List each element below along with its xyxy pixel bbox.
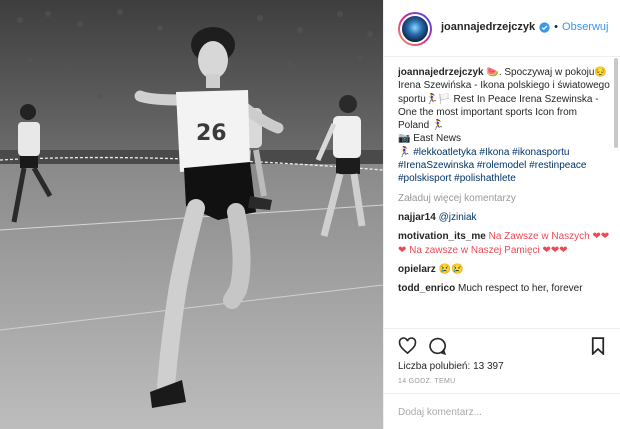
comments-scrollbar[interactable] [613,58,618,328]
comment-username[interactable]: najjar14 [398,212,436,223]
post-actions: Liczba polubień: 13 397 14 GODZ. TEMU [384,328,620,385]
comment-mention[interactable]: @jziniak [439,212,477,223]
comment-text: 😢😢 [438,263,464,275]
add-comment-section [384,393,620,429]
action-icons [398,337,608,357]
heart-icon[interactable] [398,337,417,355]
list-item: motivation_its_me Na Zawsze w Naszych ❤❤… [398,230,610,257]
list-item: todd_enrico Much respect to her, forever [398,282,610,295]
post-photo[interactable]: 26 [0,0,383,429]
caption-hashtag-prefix: 🏃‍♀️ [398,146,411,158]
verified-icon [539,21,550,33]
comment-username[interactable]: opielarz [398,264,436,275]
likes-count[interactable]: Liczba polubień: 13 397 [398,361,504,372]
likes-number: 13 397 [473,361,504,372]
caption-credit: 📷 East News [398,133,462,145]
caption-username[interactable]: joannajedrzejczyk [398,67,484,78]
header-row: joannajedrzejczyk • Obserwuj [441,21,608,33]
list-item: opielarz 😢😢 [398,263,610,276]
header-username[interactable]: joannajedrzejczyk [441,21,535,33]
scrollbar-thumb[interactable] [614,58,618,148]
instagram-post: 26 joannajedrzejczyk • Obserwuj joannaje… [0,0,620,429]
follow-button[interactable]: Obserwuj [562,21,608,33]
list-item: najjar14 @jziniak [398,211,610,224]
photo-illustration: 26 [0,0,383,429]
comment-input[interactable] [398,404,603,420]
load-more-comments[interactable]: Załaduj więcej komentarzy [398,192,610,205]
bookmark-icon[interactable] [591,337,605,355]
comment-username[interactable]: motivation_its_me [398,231,486,242]
caption-hashtags[interactable]: #lekkoatletyka #Ikona #ikonasportu #Iren… [398,147,586,185]
comments-list[interactable]: joannajedrzejczyk 🍉. Spoczywaj w pokoju😔… [398,66,610,324]
comment-username[interactable]: todd_enrico [398,283,455,294]
comment-text: Much respect to her, forever [458,283,583,295]
comment-icon[interactable] [428,337,446,355]
avatar[interactable] [398,12,432,46]
post-time[interactable]: 14 GODZ. TEMU [398,378,455,385]
runner-number: 26 [196,121,227,146]
post-header: joannajedrzejczyk • Obserwuj [384,0,620,57]
likes-label: Liczba polubień: [398,361,471,372]
header-separator: • [554,21,559,33]
caption: joannajedrzejczyk 🍉. Spoczywaj w pokoju😔… [398,66,610,186]
post-side-panel: joannajedrzejczyk • Obserwuj joannajedrz… [383,0,620,429]
